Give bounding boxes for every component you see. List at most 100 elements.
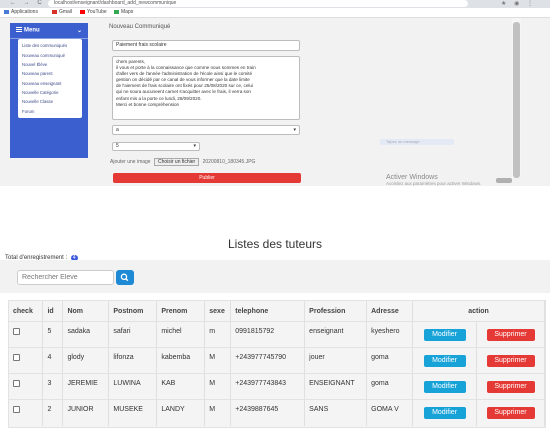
vertical-scrollbar[interactable] [512,18,521,178]
cell-nom: JEREMIE [62,373,110,400]
subject-input[interactable]: Paiement frais scolaire [112,40,300,51]
delete-button[interactable]: Supprimer [486,406,535,419]
sidebar-item-nouveau-communique[interactable]: Nouveau communiqué [18,50,82,59]
cell-telephone: 0991815792 [230,321,306,348]
cell-telephone: +2439887645 [230,399,306,426]
address-bar[interactable]: localhost/enseignant/dashboard_add_newco… [48,0,468,7]
activate-windows-subtitle: Accédez aux paramètres pour activer Wind… [386,181,482,186]
browser-extension-icons[interactable]: ★ ◉ ⋮ [501,0,536,7]
sidebar-header[interactable]: Menu ⌄ [10,23,88,39]
publish-button[interactable]: Publier [113,173,301,183]
sidebar-item-nouvel-eleve[interactable]: Nouvel Élève [18,60,82,69]
cell-modify: Modifier [412,373,477,400]
delete-button[interactable]: Supprimer [486,328,535,341]
maps-icon [114,10,119,14]
sidebar-item-liste-communiques[interactable]: Liste des communiqués [18,41,82,50]
modify-button[interactable]: Modifier [423,380,466,393]
page-title: Listes des tuteurs [227,237,323,251]
tutors-table-container: check id Nom Postnom Prenom sexe telepho… [8,300,546,428]
cell-adresse: kyeshero [366,321,414,348]
table-row: 4 glody lifonza kabemba M +243977745790 … [9,347,545,374]
file-choose-button[interactable]: Choisir un fichier [153,158,200,166]
cell-profession: enseignant [304,321,368,348]
table-header-row: check id Nom Postnom Prenom sexe telepho… [9,301,545,322]
cell-profession: SANS [304,399,368,426]
cell-id: 3 [42,373,64,400]
sidebar-item-nouvelle-categorie[interactable]: Nouvelle Catégorie [18,88,82,97]
cell-delete: Supprimer [476,373,545,400]
column-header-prenom: Prenom [156,301,206,322]
table-row: 5 sadaka safari michel m 0991815792 ense… [9,321,545,348]
search-button[interactable] [116,270,134,285]
cell-prenom: michel [156,321,206,348]
bookmarks-bar: Applications Gmail YouTube Maps [0,8,550,18]
activate-windows-title: Activer Windows [386,174,438,181]
cell-telephone: +243977745790 [230,347,306,374]
row-check-cell [9,321,44,348]
bookmark-applications[interactable]: Applications [4,9,38,15]
cell-delete: Supprimer [476,347,545,374]
image-upload-label: Ajouter une image [110,159,151,165]
column-header-id: id [42,301,64,322]
scrollbar-thumb[interactable] [513,22,520,178]
sidebar-item-nouvelle-classe[interactable]: Nouvelle Classe [18,97,82,106]
row-checkbox[interactable] [13,380,20,387]
modify-button[interactable]: Modifier [423,354,466,367]
cell-profession: jouer [304,347,368,374]
bookmark-gmail[interactable]: Gmail [52,9,72,15]
chevron-down-icon: ▾ [193,143,196,149]
cell-postnom: lifonza [108,347,158,374]
message-textarea[interactable]: chers parents, il vous et porte à la con… [112,56,300,120]
sidebar-menu: Liste des communiqués Nouveau communiqué… [18,39,82,118]
cell-adresse: goma [366,347,414,374]
cell-sexe: M [204,347,232,374]
cell-id: 5 [42,321,64,348]
apps-icon [4,10,9,14]
youtube-icon [80,10,85,14]
row-check-cell [9,347,44,374]
cell-delete: Supprimer [476,321,545,348]
cell-id: 2 [42,399,64,426]
class-select[interactable]: 5 ▾ [112,142,200,151]
column-header-profession: Profession [304,301,368,322]
column-header-action: action [412,301,545,322]
browser-nav-buttons[interactable]: ← → C [10,0,45,6]
row-checkbox[interactable] [13,406,20,413]
row-checkbox[interactable] [13,354,20,361]
column-header-postnom: Postnom [108,301,158,322]
table-row: 2 JUNIOR MUSEKE LANDY M +2439887645 SANS… [9,399,545,426]
bookmark-maps[interactable]: Maps [114,9,133,15]
cell-modify: Modifier [412,347,477,374]
modify-button[interactable]: Modifier [423,328,466,341]
form-title: Nouveau Communiqué [109,24,171,30]
row-checkbox[interactable] [13,328,20,335]
row-check-cell [9,399,44,426]
modify-button[interactable]: Modifier [423,406,466,419]
delete-button[interactable]: Supprimer [486,380,535,393]
recipient-select-value: a [116,127,119,133]
cell-nom: sadaka [62,321,110,348]
cell-modify: Modifier [412,399,477,426]
column-header-nom: Nom [62,301,110,322]
bookmark-youtube[interactable]: YouTube [80,9,107,15]
column-header-check: check [9,301,44,322]
cell-nom: glody [62,347,110,374]
search-input[interactable] [17,270,114,285]
delete-button[interactable]: Supprimer [486,354,535,367]
sidebar-item-forum[interactable]: Forum [18,107,82,116]
sidebar: Menu ⌄ Liste des communiqués Nouveau com… [10,23,88,158]
cell-delete: Supprimer [476,399,545,426]
chevron-down-icon[interactable]: ⌄ [77,27,82,34]
tutors-table: check id Nom Postnom Prenom sexe telepho… [9,301,545,426]
hamburger-menu-icon [16,27,22,32]
cell-prenom: LANDY [156,399,206,426]
class-select-value: 5 [116,143,119,149]
cell-nom: JUNIOR [62,399,110,426]
sidebar-item-nouveau-enseignant[interactable]: Nouveau enseignant [18,79,82,88]
sidebar-item-nouveau-parent[interactable]: Nouveau parent [18,69,82,78]
cell-modify: Modifier [412,321,477,348]
chevron-down-icon: ▾ [293,127,296,133]
row-check-cell [9,373,44,400]
horizontal-scrollbar[interactable] [496,178,512,183]
recipient-select[interactable]: a ▾ [112,125,300,135]
